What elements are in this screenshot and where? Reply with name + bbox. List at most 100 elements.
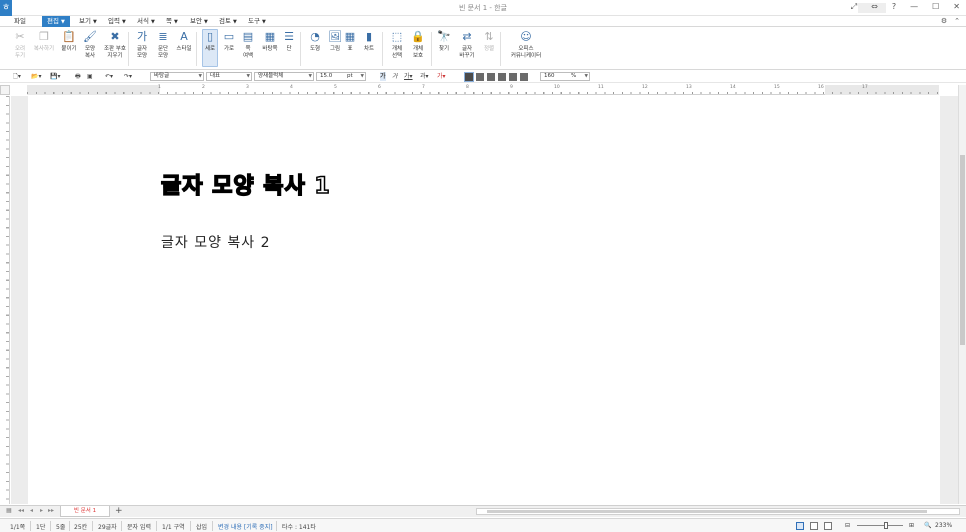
style-select[interactable]: 바탕글 ▼ <box>150 72 204 81</box>
document-text-line-1[interactable]: 글자 모양 복사 1 <box>160 168 331 200</box>
window-controls: ⤢ ⇔ ? — ☐ ✕ <box>851 2 960 12</box>
ribbon-separator <box>128 32 129 66</box>
open-document-icon[interactable]: 📂▾ <box>31 72 41 81</box>
menu-page[interactable]: 쪽 ▼ <box>166 16 178 27</box>
align-split-icon[interactable] <box>520 73 528 81</box>
line-spacing-input[interactable]: 160% ▼ <box>540 72 590 81</box>
ribbon-scissors-button[interactable]: ✂ 오려 두기 <box>12 30 28 60</box>
tab-first-icon[interactable]: ◂◂ <box>18 507 24 514</box>
office-communicator-icon: ☺ <box>520 30 532 43</box>
ribbon-options-icon[interactable]: ⚙ <box>941 17 947 25</box>
document-text-line-2[interactable]: 글자 모양 복사 2 <box>161 232 271 252</box>
resize-icon[interactable]: ⇔ <box>871 2 878 12</box>
tab-list-icon[interactable]: ▦ <box>6 507 12 514</box>
zoom-slider-track[interactable] <box>857 525 903 526</box>
vertical-scrollbar[interactable] <box>958 85 966 504</box>
menu-format[interactable]: 서식 ▼ <box>137 16 155 27</box>
view-multipage-icon[interactable] <box>824 522 832 530</box>
ribbon-style-button[interactable]: A 스타일 <box>174 30 194 53</box>
horizontal-scroll-thumb[interactable] <box>487 510 927 513</box>
align-justify-icon[interactable] <box>464 72 474 82</box>
ribbon-master-page-button[interactable]: ▦ 바탕쪽 <box>260 30 280 53</box>
zoom-magnifier-icon[interactable]: 🔍 <box>924 522 931 529</box>
print-icon[interactable]: 🖶 <box>75 72 81 81</box>
tab-document-1[interactable]: 빈 문서 1 <box>60 506 110 517</box>
ribbon-button-label: 복사하기 <box>33 46 55 52</box>
status-line: 5줄 <box>56 524 66 531</box>
ribbon-copy-button[interactable]: ❐ 복사하기 <box>33 30 55 53</box>
ribbon-clear-codes-button[interactable]: ✖ 조판 부호 지우기 <box>101 30 129 60</box>
ribbon-portrait-button[interactable]: ▯ 세로 <box>202 29 218 67</box>
ribbon-shape-button[interactable]: ◔ 도형 <box>307 30 323 53</box>
menu-review[interactable]: 검토 ▼ <box>219 16 237 27</box>
align-distribute-icon[interactable] <box>509 73 517 81</box>
font-size-input[interactable]: 15.0 pt ▼ <box>316 72 366 81</box>
ribbon-table-button[interactable]: ▦ 표 <box>344 30 356 53</box>
status-track-changes[interactable]: 변경 내용 [기록 중지] <box>218 522 273 531</box>
language-select[interactable]: 대표 ▼ <box>206 72 252 81</box>
vertical-scroll-thumb[interactable] <box>960 155 965 345</box>
zoom-level[interactable]: 233% <box>935 522 952 529</box>
ribbon-find-button[interactable]: 🔭 찾기 <box>437 30 451 53</box>
document-canvas[interactable]: 글자 모양 복사 1 글자 모양 복사 2 <box>11 96 958 504</box>
align-left-icon[interactable] <box>476 73 484 81</box>
zoom-slider-handle[interactable] <box>884 522 888 529</box>
ribbon-columns-button[interactable]: ☰ 단 <box>283 30 295 53</box>
help-icon[interactable]: ? <box>892 2 896 12</box>
tab-next-icon[interactable]: ▸ <box>40 507 43 514</box>
maximize-icon[interactable]: ☐ <box>932 2 939 12</box>
status-page[interactable]: 1/1쪽 <box>10 522 25 531</box>
view-fullpage-icon[interactable] <box>810 522 818 530</box>
ribbon-sort-button[interactable]: ⇅ 정렬 <box>482 30 496 53</box>
collapse-ribbon-icon[interactable]: ⌃ <box>954 17 960 25</box>
bold-icon[interactable]: 가 <box>380 72 386 81</box>
ribbon-picture-button[interactable]: 🖼 그림 <box>327 30 343 53</box>
redo-icon[interactable]: ↷▾ <box>124 72 132 81</box>
ribbon-format-painter-button[interactable]: 🖌 모양 복사 <box>82 30 98 60</box>
italic-icon[interactable]: 가 <box>392 72 398 81</box>
menu-view[interactable]: 보기 ▼ <box>79 16 97 27</box>
tab-last-icon[interactable]: ▸▸ <box>48 507 54 514</box>
horizontal-scrollbar[interactable] <box>476 508 960 515</box>
align-right-icon[interactable] <box>498 73 506 81</box>
ribbon-page-margin-button[interactable]: ▤ 쪽 여백 <box>240 30 256 60</box>
zoom-in-icon[interactable]: ⊞ <box>909 522 914 529</box>
underline-icon[interactable]: 가▾ <box>404 72 413 81</box>
menu-security[interactable]: 보안 ▼ <box>190 16 208 27</box>
align-center-icon[interactable] <box>487 73 495 81</box>
add-tab-button[interactable]: + <box>115 506 123 516</box>
preview-icon[interactable]: ▣ <box>87 72 93 81</box>
new-document-icon[interactable]: 🗋▾ <box>13 72 21 81</box>
undo-icon[interactable]: ↶▾ <box>105 72 113 81</box>
close-icon[interactable]: ✕ <box>953 2 960 12</box>
ribbon-replace-button[interactable]: ⇄ 글자 바꾸기 <box>457 30 477 60</box>
ribbon-landscape-button[interactable]: ▭ 가로 <box>221 30 237 53</box>
ribbon-char-shape-button[interactable]: 가 글자 모양 <box>134 30 150 60</box>
ribbon-paste-button[interactable]: 📋 붙이기 <box>60 30 78 53</box>
vertical-ruler[interactable] <box>0 96 10 504</box>
horizontal-ruler[interactable]: 1 2 3 4 5 6 7 8 9 10 11 12 13 14 15 16 17 <box>27 85 939 95</box>
minimize-icon[interactable]: — <box>910 2 918 12</box>
strikethrough-icon[interactable]: 과▾ <box>420 72 429 81</box>
zoom-out-icon[interactable]: ⊟ <box>845 522 850 529</box>
ruler-corner[interactable] <box>0 85 10 95</box>
menu-file[interactable]: 파일 <box>14 16 26 27</box>
document-page[interactable]: 글자 모양 복사 1 글자 모양 복사 2 <box>28 96 940 504</box>
status-insert-mode[interactable]: 삽입 <box>196 522 207 531</box>
tab-prev-icon[interactable]: ◂ <box>30 507 33 514</box>
menu-tools[interactable]: 도구 ▼ <box>248 16 266 27</box>
status-bar: 1/1쪽 1단 5줄 25칸 29글자 문자 입력 1/1 구역 삽입 변경 내… <box>0 518 966 532</box>
menu-insert[interactable]: 입력 ▼ <box>108 16 126 27</box>
font-select[interactable]: 양재블럭체 ▼ <box>254 72 314 81</box>
ribbon-select-object-button[interactable]: ⬚ 개체 선택 <box>388 30 406 60</box>
font-color-icon[interactable]: 가▾ <box>437 72 446 81</box>
save-icon[interactable]: 💾▾ <box>50 72 60 81</box>
fullscreen-icon[interactable]: ⤢ <box>851 2 857 12</box>
ribbon-protect-object-button[interactable]: 🔒 개체 보호 <box>409 30 427 60</box>
ribbon-para-shape-button[interactable]: ≣ 문단 모양 <box>155 30 171 60</box>
ribbon-office-communicator-button[interactable]: ☺ 오피스 커뮤니케이터 <box>508 30 544 60</box>
menu-edit[interactable]: 편집 ▼ <box>42 16 70 27</box>
ribbon-button-label: 모양 복사 <box>84 46 96 59</box>
ribbon-chart-button[interactable]: ▮ 차트 <box>362 30 376 53</box>
view-normal-icon[interactable] <box>796 522 804 530</box>
